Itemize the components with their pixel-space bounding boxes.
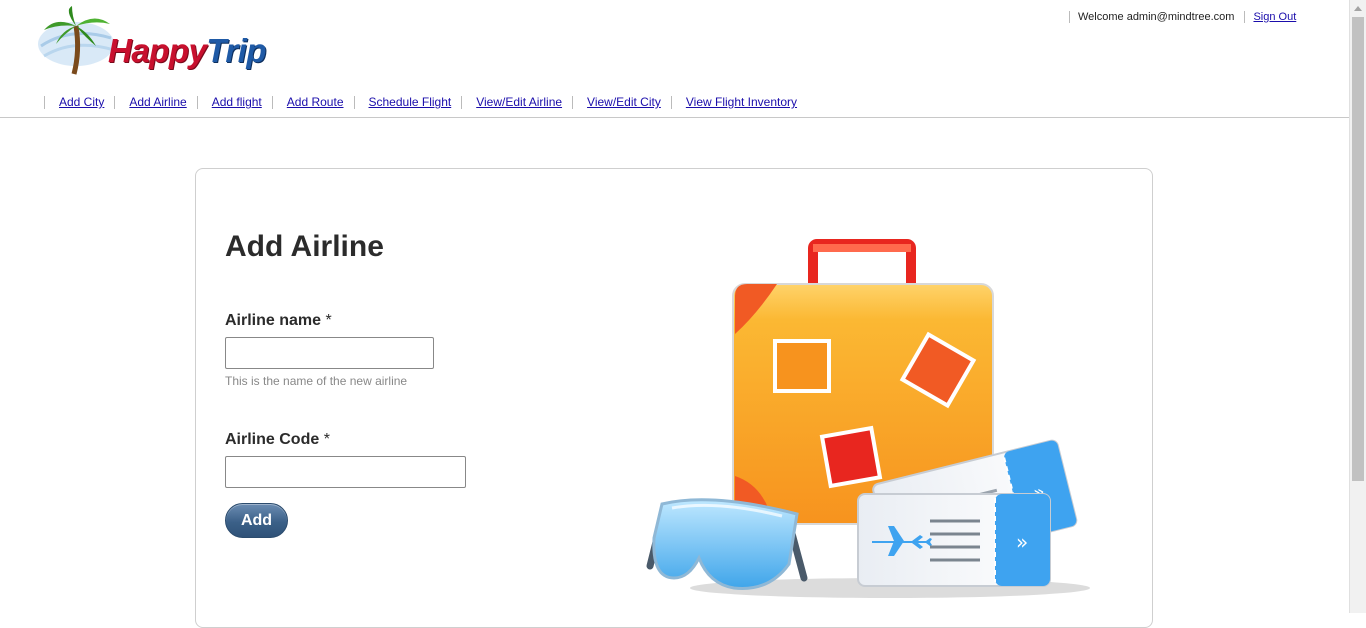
nav-divider [196,95,198,109]
nav-divider [114,95,116,109]
nav-add-route[interactable]: Add Route [287,95,344,109]
scroll-thumb[interactable] [1352,17,1364,481]
nav-view-flight-inventory[interactable]: View Flight Inventory [686,95,797,109]
scroll-up-arrow-icon[interactable] [1350,0,1366,17]
header-divider [0,117,1349,118]
divider [1244,11,1246,23]
nav-divider [353,95,355,109]
nav-divider [271,95,273,109]
nav-schedule-flight[interactable]: Schedule Flight [369,95,452,109]
nav-divider [572,95,574,109]
airline-name-label: Airline name * [225,312,332,330]
airline-name-label-text: Airline name [225,312,322,329]
divider [1069,11,1070,23]
brand-part-happy: Happy [108,32,207,69]
sunglasses-illustration [646,498,808,590]
nav-add-airline[interactable]: Add Airline [129,95,186,109]
travel-illustration: » » [646,239,1090,598]
nav-add-city[interactable]: Add City [59,95,104,109]
nav-divider [670,95,672,109]
nav-add-flight[interactable]: Add flight [212,95,262,109]
sign-out-link[interactable]: Sign Out [1253,11,1296,23]
required-marker: * [325,312,332,329]
ticket-arrow-icon: » [1016,530,1028,554]
nav-divider [44,95,45,109]
airline-code-label: Airline Code * [225,431,330,449]
page-scrollbar[interactable] [1349,0,1366,613]
airline-name-input[interactable] [225,337,434,369]
brand-part-trip: Trip [206,32,267,69]
nav-divider [461,95,463,109]
main-nav: Add City Add Airline Add flight Add Rout… [44,95,807,109]
nav-view-edit-city[interactable]: View/Edit City [587,95,661,109]
welcome-text: Welcome admin@mindtree.com [1078,11,1235,23]
page-title: Add Airline [225,230,384,263]
user-bar: Welcome admin@mindtree.com Sign Out [1069,11,1296,23]
happytrip-logo[interactable]: HappyTrip [36,6,298,76]
airline-code-input[interactable] [225,456,466,488]
add-button[interactable]: Add [225,503,288,538]
airline-name-hint: This is the name of the new airline [225,374,408,388]
airline-code-label-text: Airline Code [225,431,320,448]
brand-wordmark: HappyTrip [108,32,267,70]
ticket-illustration: » [857,493,1051,587]
required-marker: * [323,431,330,448]
nav-view-edit-airline[interactable]: View/Edit Airline [476,95,562,109]
